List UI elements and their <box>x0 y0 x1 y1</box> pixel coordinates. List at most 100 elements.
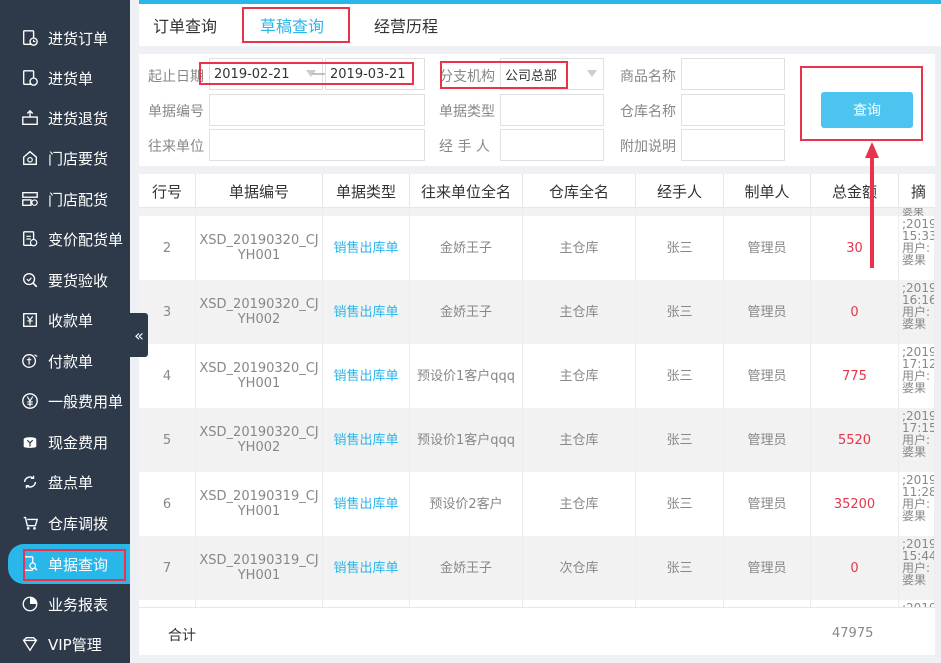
table-cell-amount: 0 <box>811 536 899 600</box>
table-cell-doc-no: XSD_20190320_CJ YH002 <box>196 280 323 344</box>
sidebar-item-general-expense[interactable]: 一般费用单 <box>0 381 130 421</box>
date-separator: — <box>312 66 326 82</box>
sidebar-item-label: 仓库调拨 <box>48 514 109 533</box>
table-cell-doc-no: XSD_20190320_CJ YH001 <box>196 216 323 280</box>
collapse-sidebar-button[interactable]: « <box>130 313 148 357</box>
header-partner[interactable]: 往来单位全名 <box>410 174 523 208</box>
sidebar-item-business-report[interactable]: 业务报表 <box>0 584 130 624</box>
annotation-arrow-icon <box>865 142 879 268</box>
header-handler[interactable]: 经手人 <box>636 174 724 208</box>
table-cell-note: ;2019 16:16: 用户: 婆果 <box>899 280 935 344</box>
table-cell-maker: 管理员 <box>724 216 811 280</box>
table-cell-warehouse: 次仓库 <box>523 536 636 600</box>
table-cell-row-no: 7 <box>139 536 196 600</box>
date-start-input[interactable]: 2019-02-21 <box>209 58 323 90</box>
header-row-no[interactable]: 行号 <box>139 174 196 208</box>
table-cell-handler: 张三 <box>636 344 724 408</box>
table-cell <box>410 600 523 607</box>
doc-type-select[interactable] <box>500 94 604 126</box>
sidebar-item-inventory[interactable]: 盘点单 <box>0 462 130 502</box>
tab-business-history[interactable]: 经营历程 <box>353 4 459 46</box>
sidebar-item-warehouse-transfer[interactable]: 仓库调拨 <box>0 503 130 543</box>
table-cell-doc-type[interactable]: 销售出库单 <box>323 408 410 472</box>
header-maker[interactable]: 制单人 <box>724 174 811 208</box>
header-summary[interactable]: 摘 <box>899 174 935 208</box>
partner-input[interactable] <box>209 129 425 161</box>
sidebar-item-label: 进货单 <box>48 69 94 88</box>
table-cell-doc-type[interactable]: 销售出库单 <box>323 472 410 536</box>
sidebar-item-cash-expense[interactable]: 现金费用 <box>0 422 130 462</box>
product-name-input[interactable] <box>681 58 785 90</box>
table-cell-doc-type[interactable]: 销售出库单 <box>323 280 410 344</box>
tab-bar: 订单查询 草稿查询 经营历程 <box>139 4 941 46</box>
table-row[interactable]: 2 XSD_20190320_CJ YH001 销售出库单 金娇王子 主仓库 张三 管理员 3… <box>139 216 935 280</box>
table-cell-doc-type[interactable]: 销售出库单 <box>323 536 410 600</box>
header-amount[interactable]: 总金额 <box>811 174 899 208</box>
handler-input[interactable] <box>500 129 604 161</box>
table-row[interactable]: 5 XSD_20190320_CJ YH002 销售出库单 预设价1客户qqq 主仓库张… <box>139 408 935 472</box>
query-button[interactable]: 查询 <box>821 92 913 128</box>
acceptance-icon <box>20 270 40 290</box>
table-cell-doc-type[interactable]: 销售出库单 <box>323 344 410 408</box>
table-row[interactable]: 7 XSD_20190319_CJ YH001 销售出库单 金娇王子 次仓库 张三 管理员 0… <box>139 536 935 600</box>
sidebar-item-purchase-order[interactable]: 进货订单 <box>0 18 130 58</box>
purchase-receipt-icon <box>20 68 40 88</box>
table-cell <box>636 600 724 607</box>
doc-no-label: 单据编号 <box>148 104 204 120</box>
table-cell-partner: 金娇王子 <box>410 216 523 280</box>
header-doc-type[interactable]: 单据类型 <box>323 174 410 208</box>
sidebar-item-label: 一般费用单 <box>48 392 124 411</box>
table-cell-note: ;2019 15:33: 用户: 婆果 <box>899 216 935 280</box>
cash-icon <box>20 432 40 452</box>
sidebar-item-receipt[interactable]: 收款单 <box>0 300 130 340</box>
table-row[interactable]: 4 XSD_20190320_CJ YH001 销售出库单 预设价1客户qqq 主仓库张… <box>139 344 935 408</box>
table-row[interactable]: 3 XSD_20190320_CJ YH002 销售出库单 金娇王子 主仓库 张三 管理员 0… <box>139 280 935 344</box>
table-cell-handler: 张三 <box>636 408 724 472</box>
doc-no-input[interactable] <box>209 94 425 126</box>
table-cell <box>323 600 410 607</box>
header-doc-no[interactable]: 单据编号 <box>196 174 323 208</box>
sidebar-item-store-request[interactable]: 门店要货 <box>0 138 130 178</box>
sidebar-item-acceptance[interactable]: 要货验收 <box>0 260 130 300</box>
sidebar-item-store-distribution[interactable]: 门店配货 <box>0 179 130 219</box>
tab-draft-query[interactable]: 草稿查询 <box>239 4 345 46</box>
sidebar-item-vip[interactable]: VIP管理 <box>0 624 130 663</box>
table-cell-warehouse: 主仓库 <box>523 472 636 536</box>
sidebar-item-payment[interactable]: 付款单 <box>0 341 130 381</box>
branch-label: 分支机构 <box>439 69 495 85</box>
table-cell-warehouse: 主仓库 <box>523 280 636 344</box>
branch-select[interactable]: 公司总部 <box>500 58 604 90</box>
table-cell-handler: 张三 <box>636 472 724 536</box>
table-cell-doc-no: XSD_20190319_CJ YH001 <box>196 472 323 536</box>
partial-row-top: 婆果 <box>139 208 935 216</box>
table-cell-partner: 预设价1客户qqq <box>410 344 523 408</box>
header-warehouse[interactable]: 仓库全名 <box>523 174 636 208</box>
sidebar-item-document-search[interactable]: 单据查询 <box>8 544 130 584</box>
warehouse-label: 仓库名称 <box>620 104 676 120</box>
partner-label: 往来单位 <box>148 139 204 155</box>
receipt-icon <box>20 310 40 330</box>
table-cell <box>523 600 636 607</box>
table-cell-maker: 管理员 <box>724 280 811 344</box>
sidebar-item-label: VIP管理 <box>48 635 102 654</box>
inventory-icon <box>20 472 40 492</box>
table-cell <box>724 600 811 607</box>
sidebar-item-purchase-return[interactable]: 进货退货 <box>0 98 130 138</box>
total-label: 合计 <box>168 628 196 644</box>
date-end-input[interactable]: 2019-03-21 <box>325 58 425 90</box>
table-cell-handler: 张三 <box>636 216 724 280</box>
sidebar-item-purchase-receipt[interactable]: 进货单 <box>0 58 130 98</box>
dropdown-arrow-icon <box>587 70 597 77</box>
note-input[interactable] <box>681 129 785 161</box>
tab-order-query[interactable]: 订单查询 <box>139 4 231 46</box>
sidebar-item-price-change[interactable]: 变价配货单 <box>0 219 130 259</box>
table-header: 行号 单据编号 单据类型 往来单位全名 仓库全名 经手人 制单人 总金额 摘 <box>139 174 935 208</box>
document-search-icon <box>20 554 40 574</box>
yen-icon <box>20 391 40 411</box>
table-row[interactable]: 6 XSD_20190319_CJ YH001 销售出库单 预设价2客户 主仓库 张三 管理… <box>139 472 935 536</box>
warehouse-input[interactable] <box>681 94 785 126</box>
app-window: 进货订单 进货单 进货退货 门店要货 门店配货 变价配货单 要货验收 收款单 付… <box>0 0 941 663</box>
table-cell-amount: 0 <box>811 280 899 344</box>
sidebar-item-label: 进货订单 <box>48 29 109 48</box>
table-cell-doc-type[interactable]: 销售出库单 <box>323 216 410 280</box>
